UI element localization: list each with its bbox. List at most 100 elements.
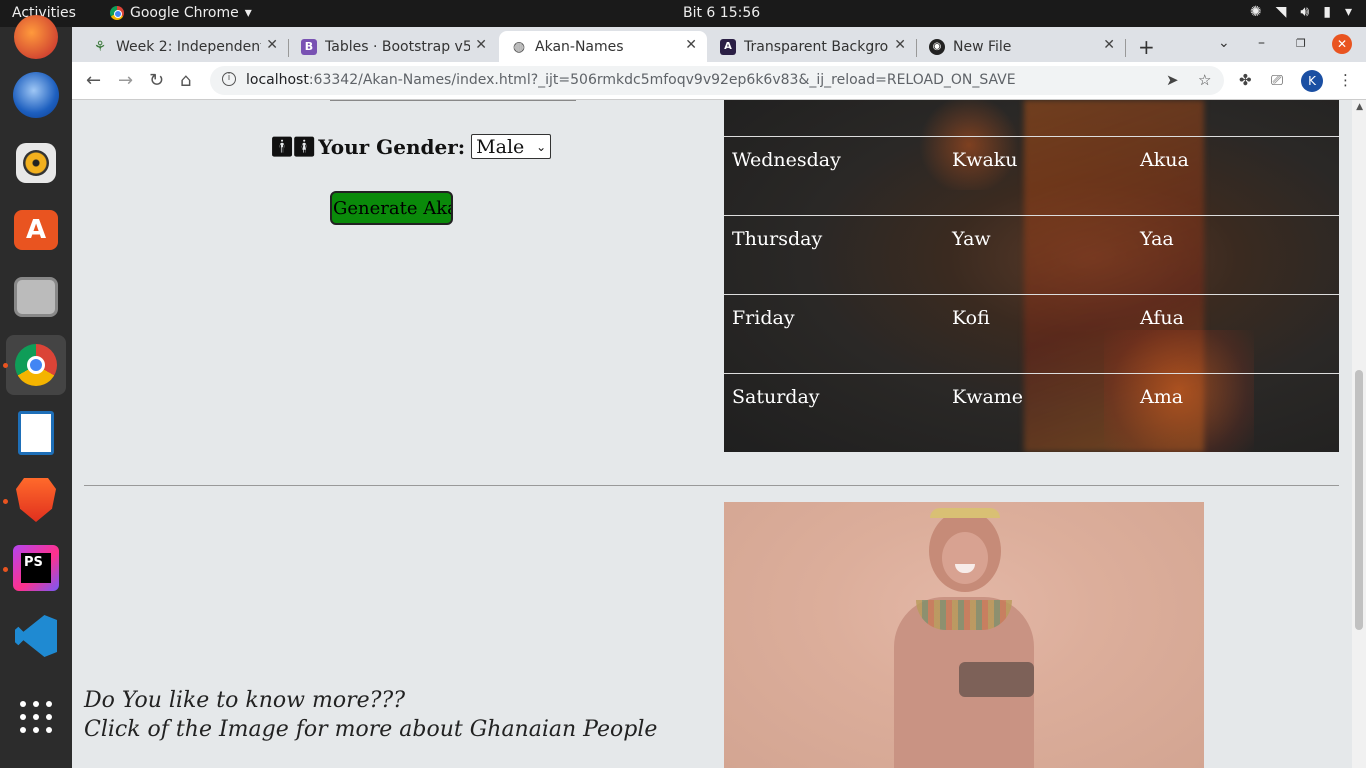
close-tab-icon[interactable]: ✕ bbox=[685, 37, 697, 53]
close-tab-icon[interactable]: ✕ bbox=[266, 37, 278, 53]
gender-row: 🚹︎🚺︎ Your Gender: Male ⌄ bbox=[270, 134, 552, 159]
writer-dock-item[interactable] bbox=[6, 403, 66, 463]
dock: A PS bbox=[0, 15, 72, 768]
section-divider bbox=[84, 485, 1339, 486]
chevron-down-icon: ⌄ bbox=[536, 139, 547, 154]
menu-kebab-icon[interactable]: ⋮ bbox=[1338, 71, 1353, 89]
ghanaian-child-image-link[interactable] bbox=[724, 502, 1204, 768]
url-text[interactable]: localhost:63342/Akan-Names/index.html?_i… bbox=[246, 72, 1016, 88]
site-info-icon[interactable]: i bbox=[222, 72, 236, 86]
gender-selected-value: Male bbox=[476, 135, 525, 158]
tab-new-file[interactable]: ◉ New File ✕ bbox=[917, 31, 1125, 62]
files-dock-item[interactable] bbox=[6, 267, 66, 327]
reload-icon[interactable]: ↻ bbox=[149, 70, 164, 91]
vscode-icon bbox=[15, 615, 57, 657]
system-tray[interactable]: ✺ ◥ 🔊︎ ▮ ▾ bbox=[1250, 4, 1352, 20]
browser-toolbar: ← → ↻ ⌂ i localhost:63342/Akan-Names/ind… bbox=[72, 62, 1366, 100]
table-row: Wednesday Kwaku Akua bbox=[724, 136, 1339, 215]
tree-favicon-icon: ⚘ bbox=[93, 38, 107, 55]
tab-separator bbox=[1125, 39, 1126, 57]
rhythmbox-dock-item[interactable] bbox=[6, 133, 66, 193]
phpstorm-icon: PS bbox=[13, 545, 59, 591]
profile-avatar[interactable]: K bbox=[1301, 70, 1323, 92]
files-icon bbox=[14, 277, 58, 317]
close-tab-icon[interactable]: ✕ bbox=[894, 37, 906, 53]
thunderbird-icon bbox=[13, 72, 59, 118]
child-face bbox=[942, 532, 988, 584]
home-icon[interactable]: ⌂ bbox=[180, 70, 191, 91]
new-tab-button[interactable]: + bbox=[1138, 35, 1155, 59]
app-menu-label: Google Chrome bbox=[130, 5, 239, 21]
running-indicator bbox=[3, 499, 8, 504]
child-beads bbox=[916, 600, 1012, 630]
scrollbar-thumb[interactable] bbox=[1355, 370, 1363, 630]
brave-icon bbox=[16, 478, 56, 522]
libreoffice-writer-icon bbox=[18, 411, 54, 455]
wifi-icon[interactable]: ◥ bbox=[1276, 4, 1287, 20]
more-info-line-1: Do You like to know more??? bbox=[84, 688, 405, 713]
page-viewport: 🚹︎🚺︎ Your Gender: Male ⌄ Generate Akan W… bbox=[72, 100, 1366, 768]
gender-select[interactable]: Male ⌄ bbox=[471, 134, 552, 159]
gender-label: Your Gender: bbox=[318, 134, 466, 159]
scroll-up-arrow-icon[interactable]: ▲ bbox=[1356, 102, 1363, 112]
child-wrap bbox=[959, 662, 1034, 697]
chrome-dock-item[interactable] bbox=[6, 335, 66, 395]
people-icon: 🚹︎🚺︎ bbox=[270, 136, 316, 158]
ai-tray-icon[interactable]: ✺ bbox=[1250, 4, 1262, 20]
tab-transparent-background[interactable]: A Transparent Backgro ✕ bbox=[708, 31, 916, 62]
adobe-favicon-icon: A bbox=[720, 38, 736, 55]
battery-icon[interactable]: ▮ bbox=[1323, 4, 1331, 20]
send-to-devices-icon[interactable]: ➤ bbox=[1166, 71, 1179, 89]
cast-icon[interactable]: ⎚ bbox=[1271, 71, 1283, 89]
table-row: Saturday Kwame Ama bbox=[724, 373, 1339, 452]
running-indicator bbox=[3, 363, 8, 368]
clock[interactable]: Bit 6 15:56 bbox=[683, 5, 760, 21]
minimize-button[interactable]: – bbox=[1258, 35, 1265, 51]
globe-favicon-icon: ◍ bbox=[512, 38, 526, 55]
caret-down-icon: ▾ bbox=[244, 5, 252, 21]
vertical-scrollbar[interactable]: ▲ bbox=[1352, 100, 1366, 768]
more-info-line-2: Click of the Image for more about Ghanai… bbox=[84, 717, 658, 742]
tab-bootstrap-tables[interactable]: B Tables · Bootstrap v5 ✕ bbox=[289, 31, 497, 62]
app-grid-icon bbox=[20, 701, 52, 733]
more-info-text: Do You like to know more??? Click of the… bbox=[84, 686, 657, 744]
bootstrap-favicon-icon: B bbox=[301, 38, 317, 55]
close-tab-icon[interactable]: ✕ bbox=[1103, 37, 1115, 53]
firefox-icon bbox=[14, 15, 58, 59]
bookmark-star-icon[interactable]: ☆ bbox=[1198, 71, 1211, 89]
table-row: Friday Kofi Afua bbox=[724, 294, 1339, 373]
close-tab-icon[interactable]: ✕ bbox=[475, 37, 487, 53]
software-dock-item[interactable]: A bbox=[6, 200, 66, 260]
software-store-icon: A bbox=[14, 210, 58, 250]
generate-akan-button[interactable]: Generate Akan bbox=[330, 191, 453, 225]
back-arrow-icon[interactable]: ← bbox=[86, 70, 101, 91]
show-apps-dock-item[interactable] bbox=[6, 687, 66, 747]
address-bar[interactable]: i localhost:63342/Akan-Names/index.html?… bbox=[210, 66, 1224, 95]
tab-strip: ⚘ Week 2: Independent ✕ B Tables · Boots… bbox=[72, 27, 1366, 62]
brave-dock-item[interactable] bbox=[6, 470, 66, 530]
rhythmbox-icon bbox=[16, 143, 56, 183]
tab-search-chevron-icon[interactable]: ⌄ bbox=[1218, 35, 1230, 51]
github-favicon-icon: ◉ bbox=[929, 38, 945, 55]
restore-button[interactable]: ❐ bbox=[1296, 37, 1306, 50]
running-indicator bbox=[3, 567, 8, 572]
input-underline bbox=[330, 100, 576, 101]
chrome-icon bbox=[110, 6, 124, 20]
child-headband bbox=[930, 508, 1000, 518]
firefox-dock-item[interactable] bbox=[6, 7, 66, 67]
app-menu[interactable]: Google Chrome ▾ bbox=[110, 5, 252, 21]
tab-akan-names[interactable]: ◍ Akan-Names ✕ bbox=[499, 31, 707, 62]
close-window-button[interactable]: ✕ bbox=[1332, 34, 1352, 54]
caret-down-icon[interactable]: ▾ bbox=[1345, 4, 1352, 20]
thunderbird-dock-item[interactable] bbox=[6, 65, 66, 125]
akan-names-table: Wednesday Kwaku Akua Thursday Yaw Yaa Fr… bbox=[724, 100, 1339, 452]
table-row: Thursday Yaw Yaa bbox=[724, 215, 1339, 294]
extensions-puzzle-icon[interactable]: ✤ bbox=[1239, 71, 1252, 89]
tab-week2[interactable]: ⚘ Week 2: Independent ✕ bbox=[80, 31, 288, 62]
system-top-bar: Activities Google Chrome ▾ Bit 6 15:56 ✺… bbox=[0, 0, 1366, 27]
chrome-window: ⚘ Week 2: Independent ✕ B Tables · Boots… bbox=[72, 27, 1366, 768]
phpstorm-dock-item[interactable]: PS bbox=[6, 538, 66, 598]
forward-arrow-icon[interactable]: → bbox=[118, 70, 133, 91]
vscode-dock-item[interactable] bbox=[6, 606, 66, 666]
volume-icon[interactable]: 🔊︎ bbox=[1300, 4, 1309, 20]
